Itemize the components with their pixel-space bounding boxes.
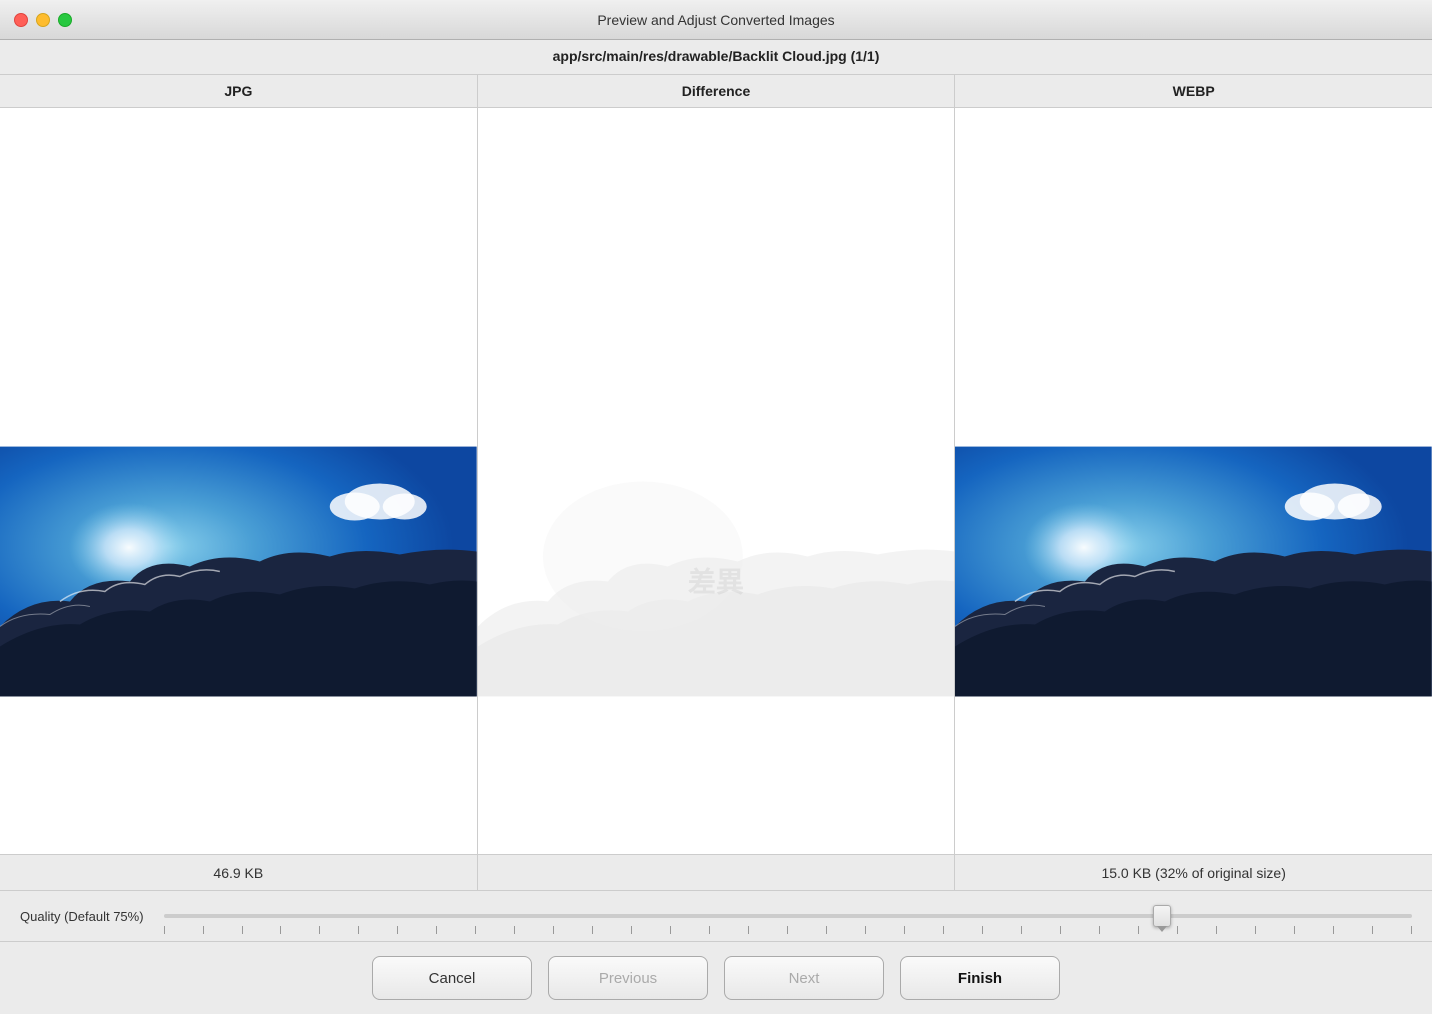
svg-text:差異: 差異 bbox=[688, 565, 744, 597]
col-header-jpg: JPG bbox=[0, 75, 478, 107]
tick bbox=[904, 926, 905, 934]
webp-panel bbox=[955, 108, 1432, 854]
tick bbox=[670, 926, 671, 934]
close-button[interactable] bbox=[14, 13, 28, 27]
webp-size: 15.0 KB (32% of original size) bbox=[955, 855, 1432, 890]
quality-slider-container[interactable] bbox=[164, 901, 1412, 931]
tick bbox=[865, 926, 866, 934]
tick bbox=[1099, 926, 1100, 934]
tick bbox=[242, 926, 243, 934]
maximize-button[interactable] bbox=[58, 13, 72, 27]
columns-header: JPG Difference WEBP bbox=[0, 75, 1432, 108]
tick bbox=[1294, 926, 1295, 934]
tick bbox=[787, 926, 788, 934]
tick bbox=[358, 926, 359, 934]
tick bbox=[1372, 926, 1373, 934]
tick bbox=[514, 926, 515, 934]
webp-image bbox=[955, 444, 1432, 699]
tick bbox=[164, 926, 165, 934]
cancel-button[interactable]: Cancel bbox=[372, 956, 532, 1000]
tick bbox=[709, 926, 710, 934]
tick bbox=[475, 926, 476, 934]
tick bbox=[592, 926, 593, 934]
tick bbox=[748, 926, 749, 934]
minimize-button[interactable] bbox=[36, 13, 50, 27]
window-title: Preview and Adjust Converted Images bbox=[597, 12, 834, 28]
tick bbox=[319, 926, 320, 934]
finish-button[interactable]: Finish bbox=[900, 956, 1060, 1000]
file-path-bar: app/src/main/res/drawable/Backlit Cloud.… bbox=[0, 40, 1432, 75]
tick bbox=[280, 926, 281, 934]
quality-slider-thumb[interactable] bbox=[1153, 905, 1171, 927]
tick bbox=[203, 926, 204, 934]
tick bbox=[1021, 926, 1022, 934]
file-path-text: app/src/main/res/drawable/Backlit Cloud.… bbox=[553, 48, 880, 64]
diff-image: 差異 bbox=[478, 444, 955, 699]
jpg-size: 46.9 KB bbox=[0, 855, 478, 890]
quality-bar: Quality (Default 75%) bbox=[0, 890, 1432, 941]
next-button[interactable]: Next bbox=[724, 956, 884, 1000]
tick bbox=[1138, 926, 1139, 934]
diff-size bbox=[478, 855, 956, 890]
tick bbox=[1177, 926, 1178, 934]
slider-track bbox=[164, 914, 1412, 918]
difference-panel: 差異 bbox=[478, 108, 956, 854]
tick bbox=[943, 926, 944, 934]
action-bar: Cancel Previous Next Finish bbox=[0, 941, 1432, 1014]
tick bbox=[1255, 926, 1256, 934]
col-header-webp: WEBP bbox=[955, 75, 1432, 107]
tick bbox=[1411, 926, 1412, 934]
tick bbox=[1216, 926, 1217, 934]
previous-button[interactable]: Previous bbox=[548, 956, 708, 1000]
title-bar: Preview and Adjust Converted Images bbox=[0, 0, 1432, 40]
window-controls bbox=[14, 13, 72, 27]
quality-label: Quality (Default 75%) bbox=[20, 909, 144, 924]
col-header-difference: Difference bbox=[478, 75, 956, 107]
image-area: 差異 bbox=[0, 108, 1432, 854]
slider-ticks bbox=[164, 926, 1412, 934]
tick bbox=[436, 926, 437, 934]
tick bbox=[982, 926, 983, 934]
tick bbox=[1060, 926, 1061, 934]
size-bar: 46.9 KB 15.0 KB (32% of original size) bbox=[0, 854, 1432, 890]
tick bbox=[553, 926, 554, 934]
tick bbox=[631, 926, 632, 934]
tick bbox=[397, 926, 398, 934]
tick bbox=[826, 926, 827, 934]
tick bbox=[1333, 926, 1334, 934]
jpg-panel bbox=[0, 108, 478, 854]
jpg-image bbox=[0, 444, 477, 699]
